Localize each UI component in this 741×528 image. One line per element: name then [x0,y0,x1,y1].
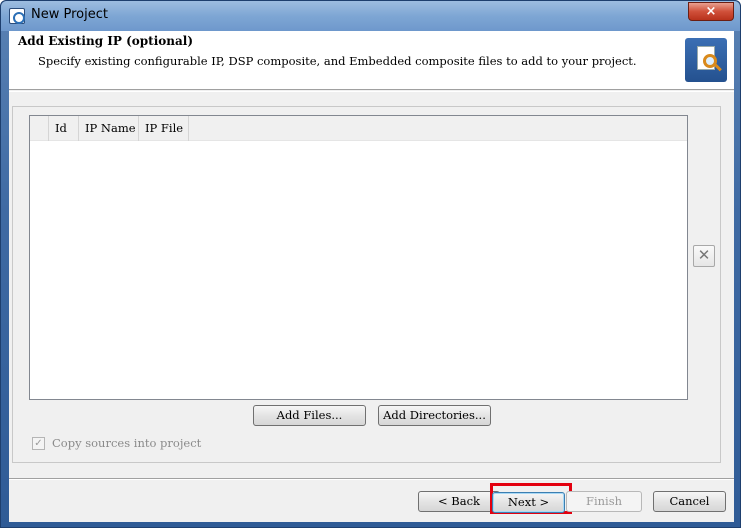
app-icon [9,8,25,24]
window-title: New Project [31,7,108,22]
next-button[interactable]: Next > [492,492,565,513]
ip-files-panel: Id IP Name IP File ✕ Add Files... Add Di… [12,106,721,463]
column-header-id[interactable]: Id [49,116,79,141]
column-header-select[interactable] [30,116,49,141]
cancel-button[interactable]: Cancel [653,491,726,512]
column-header-ip-name[interactable]: IP Name [79,116,139,141]
magnifier-handle [714,63,722,72]
table-header: Id IP Name IP File [30,116,687,141]
footer-separator-highlight [9,479,734,480]
wizard-header: Add Existing IP (optional) Specify exist… [9,31,734,90]
close-button[interactable]: × [688,2,734,21]
remove-item-button[interactable]: ✕ [693,245,715,267]
dialog-client-area: Add Existing IP (optional) Specify exist… [9,31,734,522]
add-directories-button[interactable]: Add Directories... [378,405,491,426]
finish-button[interactable]: Finish [566,491,642,512]
column-header-ip-file[interactable]: IP File [139,116,189,141]
add-files-button[interactable]: Add Files... [253,405,366,426]
copy-sources-label: Copy sources into project [52,436,202,450]
header-separator [9,91,734,92]
window-frame: New Project × Add Existing IP (optional)… [0,0,741,528]
title-bar[interactable]: New Project × [1,1,740,31]
back-button[interactable]: < Back [418,491,500,512]
ip-files-table[interactable]: Id IP Name IP File [29,115,688,400]
add-ip-document-search-icon [685,38,727,82]
page-description: Specify existing configurable IP, DSP co… [38,54,637,68]
copy-sources-checkbox[interactable]: ✓ [32,437,45,450]
page-title: Add Existing IP (optional) [18,34,194,48]
